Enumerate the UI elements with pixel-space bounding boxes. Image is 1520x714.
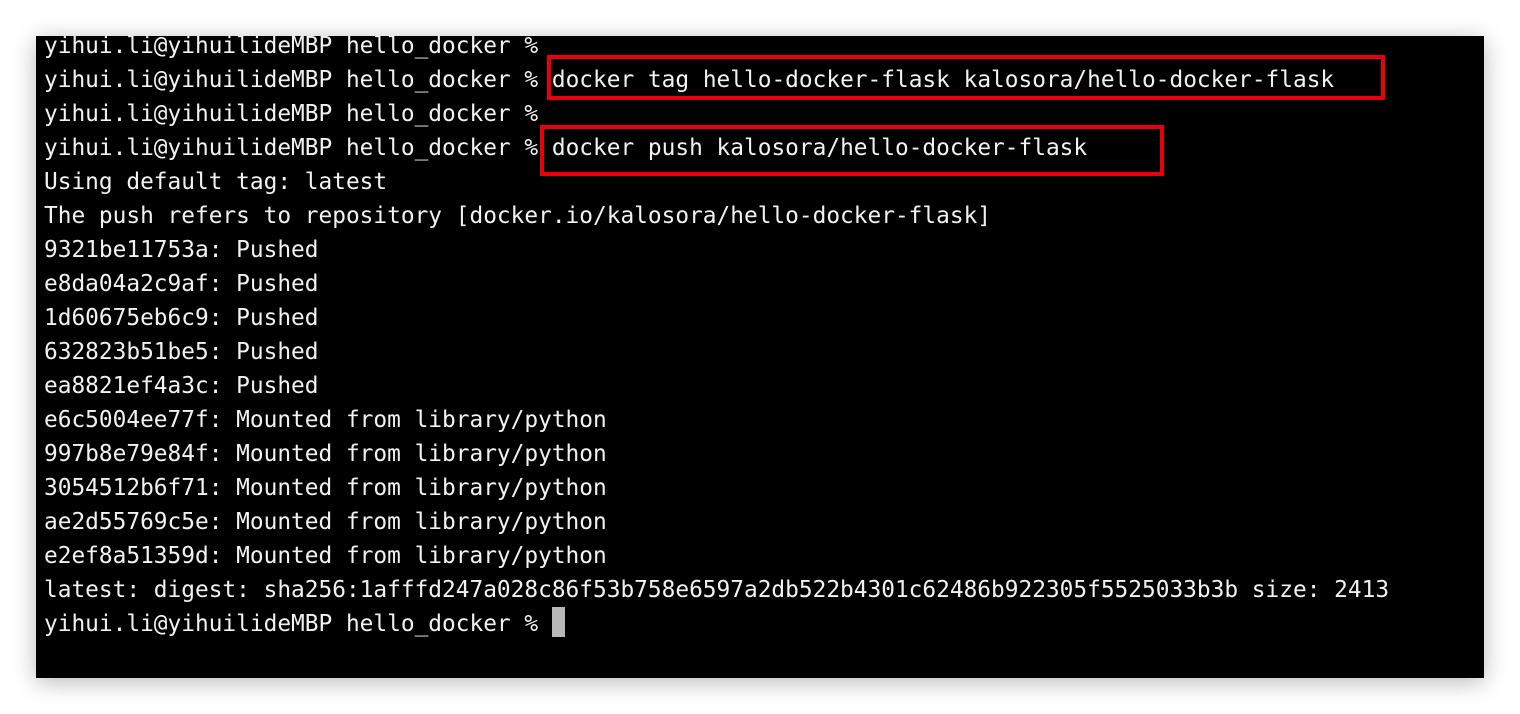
digest-line: latest: digest: sha256:1afffd247a028c86f… <box>44 577 1390 603</box>
layer-line: ea8821ef4a3c: Pushed <box>44 373 319 399</box>
layer-line: e8da04a2c9af: Pushed <box>44 271 319 297</box>
layer-line: 632823b51be5: Pushed <box>44 339 319 365</box>
layer-line: 3054512b6f71: Mounted from library/pytho… <box>44 475 607 501</box>
current-prompt-line[interactable]: yihui.li@yihuilideMBP hello_docker % <box>44 607 1389 641</box>
highlight-box-tag-command <box>547 55 1385 100</box>
prompt: yihui.li@yihuilideMBP hello_docker % <box>44 101 539 127</box>
prompt: yihui.li@yihuilideMBP hello_docker % <box>44 611 539 637</box>
prompt: yihui.li@yihuilideMBP hello_docker % <box>44 36 539 59</box>
layer-line: e6c5004ee77f: Mounted from library/pytho… <box>44 407 607 433</box>
layer-line: ae2d55769c5e: Mounted from library/pytho… <box>44 509 607 535</box>
layer-line: e2ef8a51359d: Mounted from library/pytho… <box>44 543 607 569</box>
text-cursor <box>551 607 565 637</box>
highlight-box-push-command <box>540 125 1164 176</box>
prompt: yihui.li@yihuilideMBP hello_docker % <box>44 135 539 161</box>
layer-line: 997b8e79e84f: Mounted from library/pytho… <box>44 441 607 467</box>
prompt: yihui.li@yihuilideMBP hello_docker % <box>44 67 539 93</box>
output-line: The push refers to repository [docker.io… <box>44 203 992 229</box>
layer-line: 9321be11753a: Pushed <box>44 237 319 263</box>
layer-line: 1d60675eb6c9: Pushed <box>44 305 319 331</box>
terminal-window[interactable]: yihui.li@yihuilideMBP hello_docker % yih… <box>36 36 1484 678</box>
